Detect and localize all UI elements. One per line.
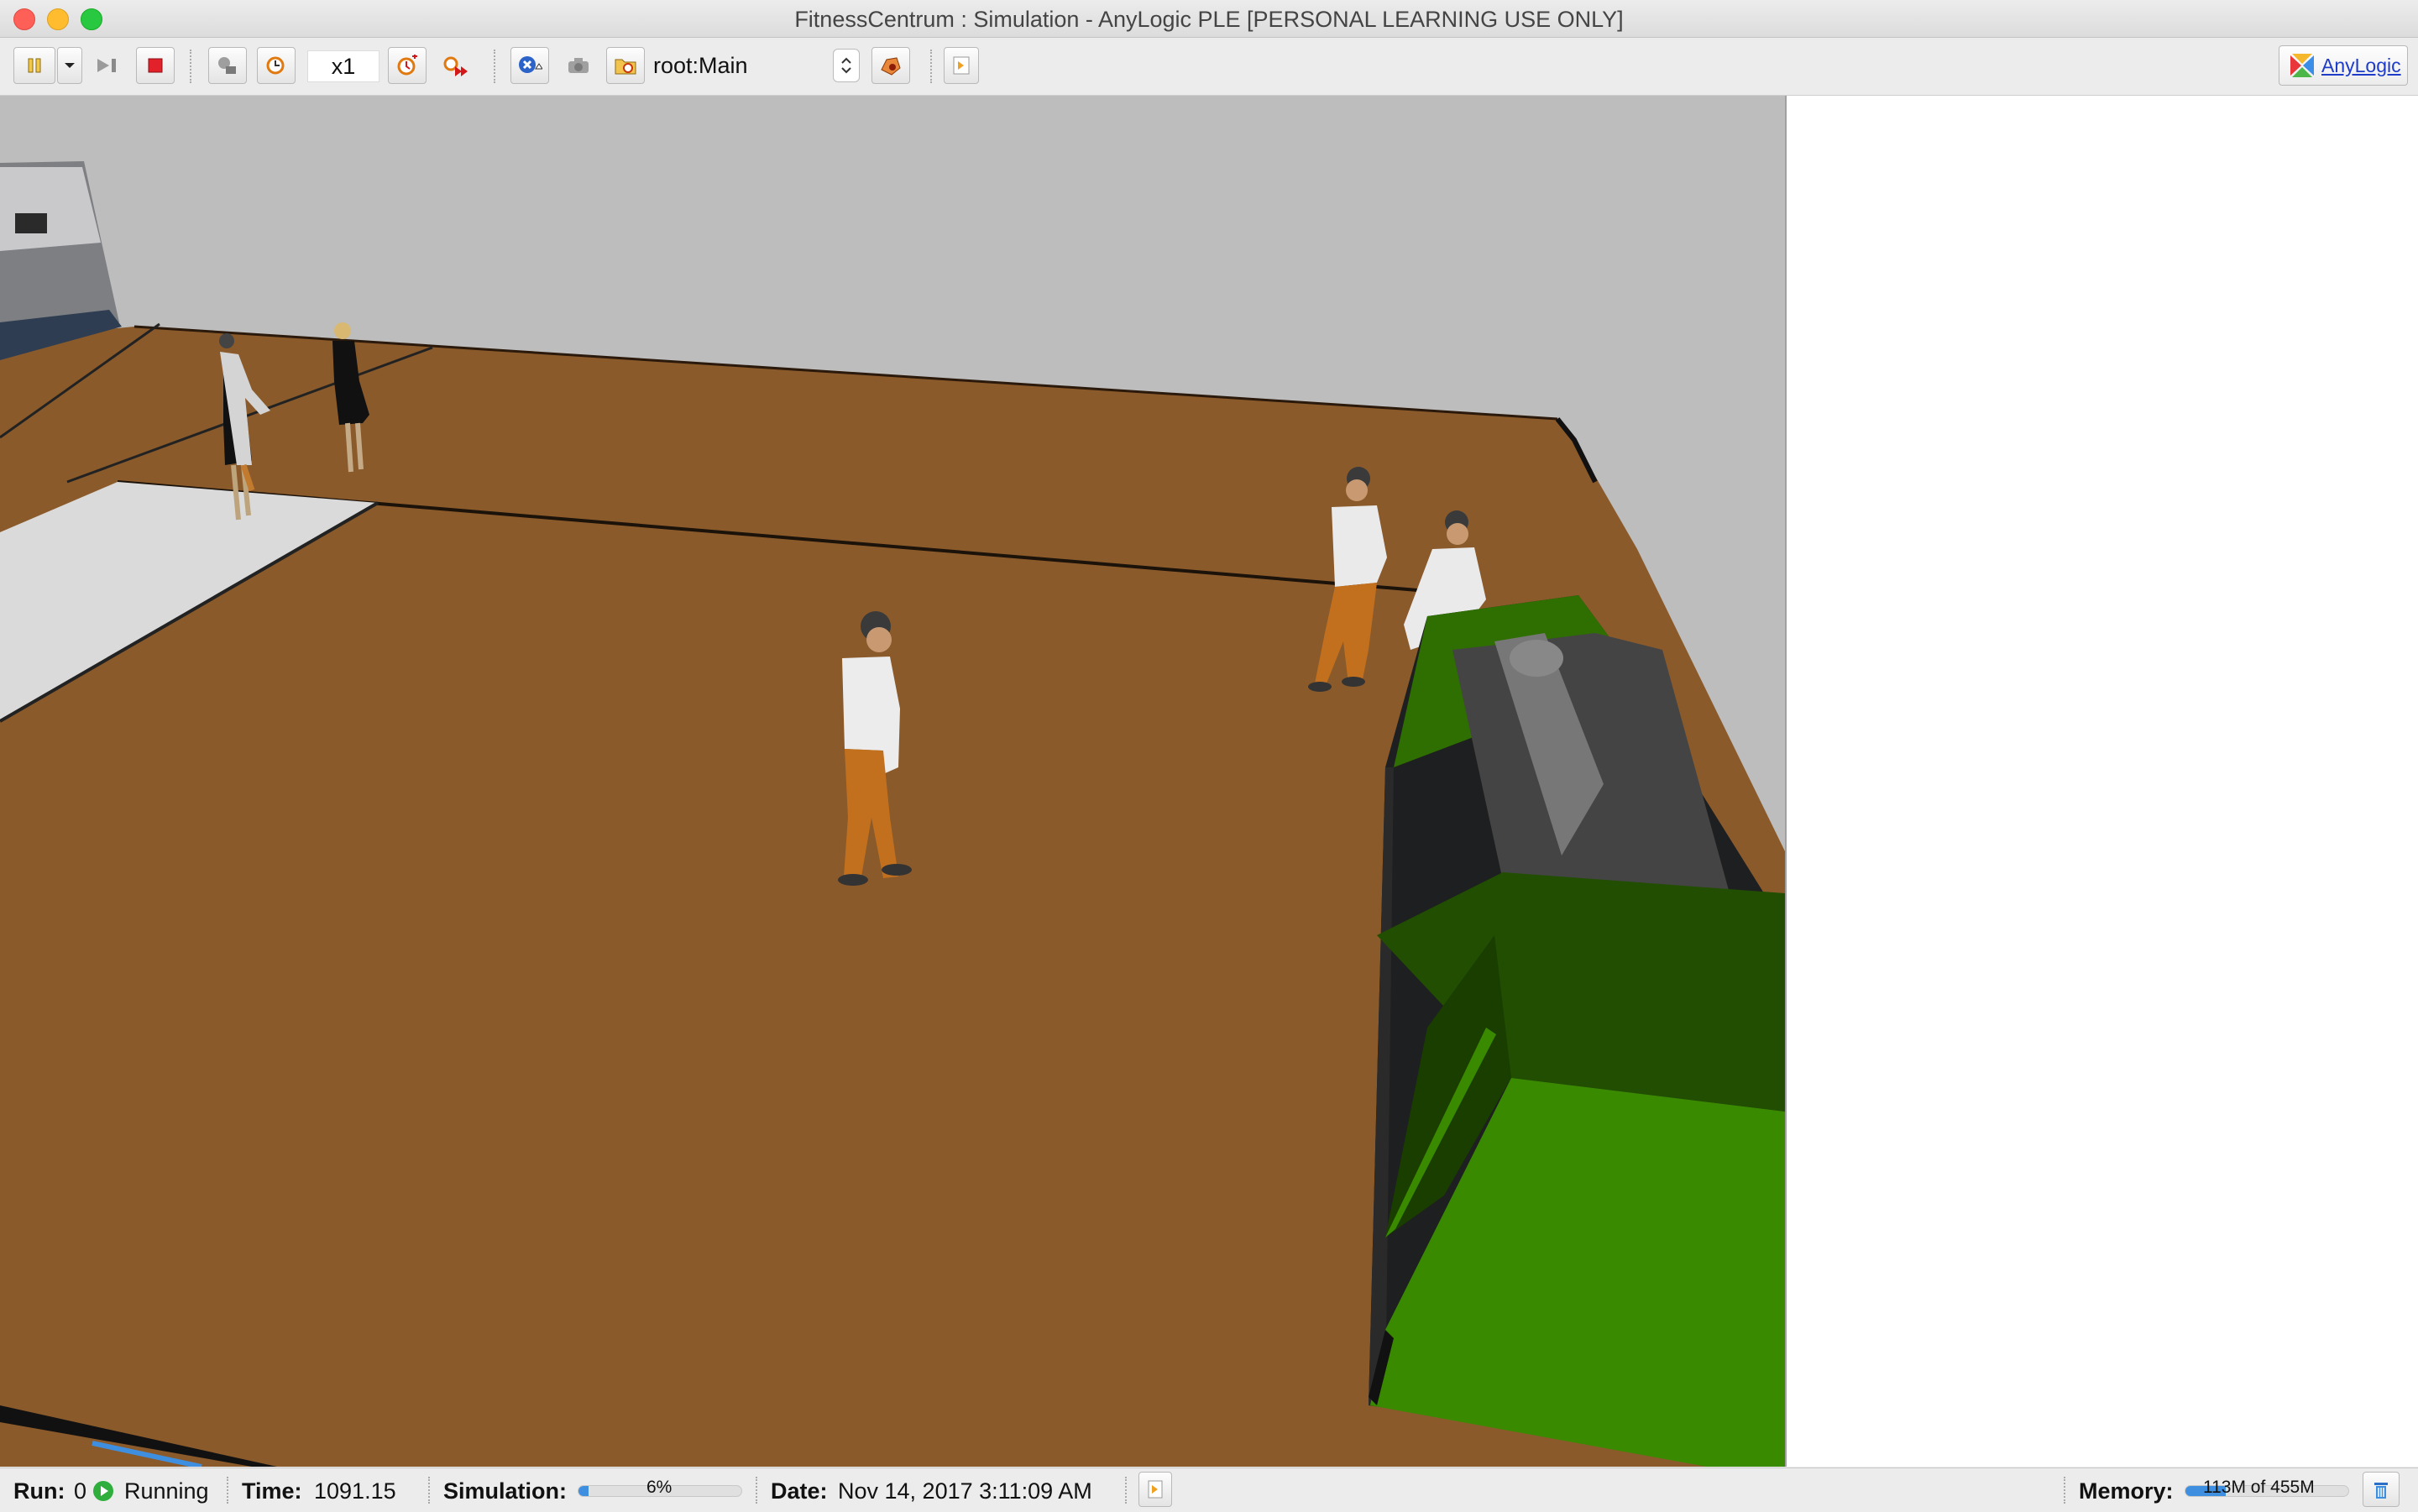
- pause-icon: [28, 58, 41, 73]
- title-bar: FitnessCentrum : Simulation - AnyLogic P…: [0, 0, 2418, 38]
- simulation-progress-text: 6%: [646, 1478, 673, 1497]
- 3d-viewport[interactable]: [0, 96, 1785, 1467]
- console-icon: [953, 56, 970, 75]
- date-label: Date:: [771, 1478, 828, 1504]
- navigate-up-button[interactable]: [510, 47, 549, 84]
- run-state: Running: [124, 1478, 209, 1504]
- pause-button[interactable]: [13, 47, 55, 84]
- view-area-button[interactable]: [871, 47, 910, 84]
- console-icon: [1148, 1480, 1163, 1499]
- navigate-up-icon: [519, 56, 542, 73]
- chevron-down-icon: [65, 63, 75, 68]
- stop-icon: [148, 58, 163, 73]
- toolbar-separator: [494, 50, 495, 83]
- agent-folder-icon: [615, 59, 636, 75]
- toolbar-separator: [930, 50, 932, 83]
- chevron-up-down-icon: [841, 57, 851, 74]
- anylogic-link[interactable]: AnyLogic: [2279, 45, 2408, 86]
- run-until-icon: [218, 57, 236, 74]
- speed-up-icon: [397, 55, 417, 76]
- max-speed-icon: [443, 56, 468, 76]
- agent-selector[interactable]: root:Main: [646, 47, 865, 84]
- time-value: 1091.15: [314, 1478, 396, 1504]
- run-label: Run:: [13, 1478, 65, 1504]
- view-area-icon: [881, 57, 901, 76]
- trash-icon: [2374, 1483, 2388, 1499]
- time-label: Time:: [242, 1478, 302, 1504]
- toolbar-separator: [190, 50, 191, 83]
- date-value: Nov 14, 2017 3:11:09 AM: [838, 1478, 1092, 1504]
- side-panel: [1785, 96, 2418, 1467]
- window-title: FitnessCentrum : Simulation - AnyLogic P…: [794, 7, 1624, 32]
- anylogic-logo-icon: [2290, 54, 2314, 77]
- camera-button[interactable]: [559, 47, 598, 84]
- status-separator: [428, 1477, 430, 1504]
- max-speed-button[interactable]: [437, 47, 475, 84]
- run-mode-dropdown[interactable]: [57, 47, 82, 84]
- 3d-scene: [0, 96, 1785, 1467]
- slow-down-icon: [266, 56, 285, 75]
- memory-text: 113M of 455M: [2203, 1478, 2315, 1497]
- console-status-button[interactable]: [1138, 1472, 1172, 1507]
- simulation-toolbar: x1 root:Main AnyLogic: [0, 38, 2418, 96]
- memory-label: Memory:: [2079, 1478, 2174, 1504]
- status-separator: [227, 1477, 228, 1504]
- step-button[interactable]: [89, 47, 128, 84]
- status-bar: Run: 0 Running Time: 1091.15 Simulation:…: [0, 1468, 2418, 1512]
- console-button[interactable]: [944, 47, 979, 84]
- agent-folder-button[interactable]: [606, 47, 645, 84]
- simulation-progress-fill: [578, 1486, 589, 1496]
- run-number: 0: [74, 1478, 87, 1504]
- stop-button[interactable]: [136, 47, 175, 84]
- agent-selector-spinner[interactable]: [833, 49, 860, 82]
- slow-down-button[interactable]: [257, 47, 296, 84]
- running-status-icon: [93, 1481, 113, 1501]
- status-separator: [1125, 1477, 1127, 1504]
- simulation-label: Simulation:: [443, 1478, 567, 1504]
- step-icon: [97, 59, 116, 72]
- garbage-collect-button[interactable]: [2363, 1472, 2400, 1507]
- speed-up-button[interactable]: [388, 47, 427, 84]
- speed-indicator: x1: [307, 50, 379, 82]
- anylogic-link-label: AnyLogic: [2321, 54, 2401, 76]
- status-separator: [2064, 1477, 2065, 1504]
- run-until-button[interactable]: [208, 47, 247, 84]
- status-separator: [756, 1477, 757, 1504]
- camera-icon: [568, 58, 589, 73]
